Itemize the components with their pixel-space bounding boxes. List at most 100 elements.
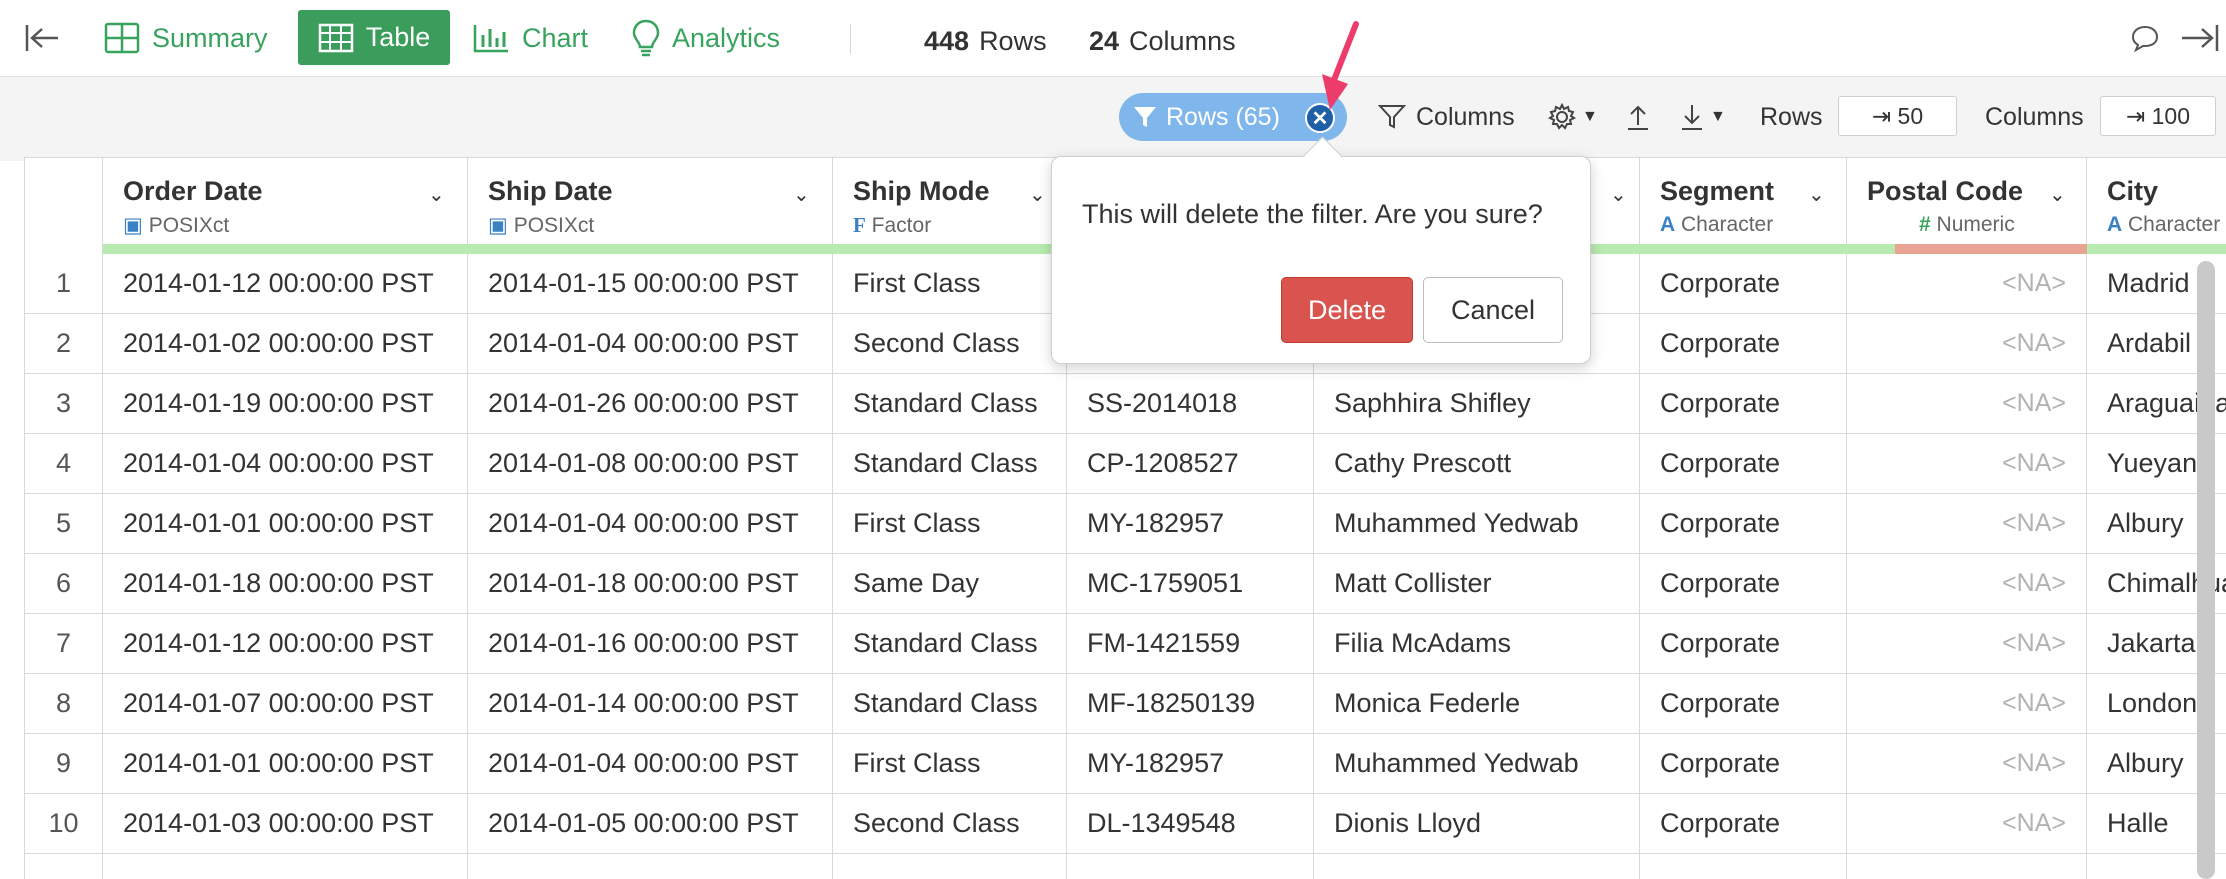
delete-button[interactable]: Delete [1281,277,1413,343]
cell-ship-date[interactable]: 2014-01-15 00:00:00 PST [468,254,833,314]
row-number[interactable]: 10 [25,794,103,854]
cell-order-date[interactable]: 2014-01-03 00:00:00 PST [103,794,468,854]
column-header-postal-code[interactable]: Postal Code ⌄ # Numeric [1847,158,2087,254]
rows-limit-input[interactable]: ⇥ 50 [1838,96,1957,136]
cell-customer-name[interactable]: Muhammed Yedwab [1314,734,1640,794]
cell-customer-name[interactable]: Monica Federle [1314,674,1640,734]
column-header-segment[interactable]: Segment ⌄ A Character [1640,158,1847,254]
cell-ship-date[interactable]: 2014-01-05 00:00:00 PST [468,794,833,854]
cell-customer-id[interactable]: MF-18250139 [1067,674,1314,734]
table-row-partial[interactable] [25,854,103,879]
column-header-city[interactable]: City A Character [2087,158,2226,254]
download-dropdown[interactable]: ▼ [1680,93,1726,141]
cell-customer-name[interactable]: Matt Collister [1314,554,1640,614]
upload-icon[interactable] [1626,93,1650,141]
cell-postal-code[interactable]: <NA> [1847,374,2087,434]
cell-ship-mode[interactable]: First Class [833,254,1067,314]
cell-customer-id[interactable]: DL-1349548 [1067,794,1314,854]
table-row-partial[interactable] [468,854,833,879]
cell-order-date[interactable]: 2014-01-18 00:00:00 PST [103,554,468,614]
cell-segment[interactable]: Corporate [1640,614,1847,674]
cell-segment[interactable]: Corporate [1640,434,1847,494]
row-number[interactable]: 6 [25,554,103,614]
column-header-ship-date[interactable]: Ship Date ⌄ ▣ POSIXct [468,158,833,254]
row-number[interactable]: 5 [25,494,103,554]
cell-customer-id[interactable]: MY-182957 [1067,494,1314,554]
table-row-partial[interactable] [1640,854,1847,879]
chevron-down-icon[interactable]: ⌄ [1029,182,1046,207]
column-header-order-date[interactable]: Order Date ⌄ ▣ POSIXct [103,158,468,254]
cell-customer-id[interactable]: FM-1421559 [1067,614,1314,674]
tab-summary[interactable]: Summary [104,0,268,76]
cell-ship-date[interactable]: 2014-01-18 00:00:00 PST [468,554,833,614]
cell-ship-date[interactable]: 2014-01-08 00:00:00 PST [468,434,833,494]
table-row-partial[interactable] [103,854,468,879]
row-number[interactable]: 7 [25,614,103,674]
cell-order-date[interactable]: 2014-01-04 00:00:00 PST [103,434,468,494]
cell-ship-mode[interactable]: Standard Class [833,674,1067,734]
cell-postal-code[interactable]: <NA> [1847,614,2087,674]
collapse-left-icon[interactable] [24,0,60,76]
cell-segment[interactable]: Corporate [1640,554,1847,614]
cell-ship-date[interactable]: 2014-01-04 00:00:00 PST [468,494,833,554]
cell-ship-mode[interactable]: First Class [833,734,1067,794]
chevron-down-icon[interactable]: ⌄ [428,182,445,207]
table-row-partial[interactable] [1847,854,2087,879]
table-row-partial[interactable] [1067,854,1314,879]
filter-pill-label-wrap[interactable]: Rows (65) [1132,93,1280,141]
cell-ship-date[interactable]: 2014-01-04 00:00:00 PST [468,734,833,794]
chevron-down-icon[interactable]: ⌄ [2049,182,2066,207]
cell-customer-id[interactable]: MY-182957 [1067,734,1314,794]
cell-postal-code[interactable]: <NA> [1847,554,2087,614]
row-number[interactable]: 2 [25,314,103,374]
cell-postal-code[interactable]: <NA> [1847,734,2087,794]
cell-order-date[interactable]: 2014-01-01 00:00:00 PST [103,734,468,794]
settings-dropdown[interactable]: ▼ [1548,93,1598,141]
cell-ship-date[interactable]: 2014-01-04 00:00:00 PST [468,314,833,374]
cell-ship-date[interactable]: 2014-01-26 00:00:00 PST [468,374,833,434]
cell-customer-name[interactable]: Saphhira Shifley [1314,374,1640,434]
cell-segment[interactable]: Corporate [1640,494,1847,554]
columns-limit-input[interactable]: ⇥ 100 [2100,96,2216,136]
cell-segment[interactable]: Corporate [1640,314,1847,374]
tab-table[interactable]: Table [298,10,450,65]
vertical-scrollbar[interactable] [2197,261,2215,879]
row-number[interactable]: 9 [25,734,103,794]
cell-segment[interactable]: Corporate [1640,674,1847,734]
row-number[interactable]: 4 [25,434,103,494]
table-row-partial[interactable] [833,854,1067,879]
cell-order-date[interactable]: 2014-01-19 00:00:00 PST [103,374,468,434]
cell-ship-mode[interactable]: First Class [833,494,1067,554]
cell-order-date[interactable]: 2014-01-12 00:00:00 PST [103,254,468,314]
cell-postal-code[interactable]: <NA> [1847,254,2087,314]
cell-segment[interactable]: Corporate [1640,734,1847,794]
cell-segment[interactable]: Corporate [1640,374,1847,434]
cancel-button[interactable]: Cancel [1423,277,1563,343]
cell-ship-mode[interactable]: Standard Class [833,374,1067,434]
cell-postal-code[interactable]: <NA> [1847,674,2087,734]
comment-icon[interactable] [2130,0,2160,76]
cell-order-date[interactable]: 2014-01-01 00:00:00 PST [103,494,468,554]
cell-postal-code[interactable]: <NA> [1847,494,2087,554]
cell-order-date[interactable]: 2014-01-07 00:00:00 PST [103,674,468,734]
cell-postal-code[interactable]: <NA> [1847,434,2087,494]
chevron-down-icon[interactable]: ⌄ [793,182,810,207]
table-row-partial[interactable] [1314,854,1640,879]
columns-filter-button[interactable]: Columns [1378,93,1515,141]
cell-customer-name[interactable]: Cathy Prescott [1314,434,1640,494]
row-number[interactable]: 8 [25,674,103,734]
cell-customer-name[interactable]: Dionis Lloyd [1314,794,1640,854]
cell-segment[interactable]: Corporate [1640,794,1847,854]
cell-ship-mode[interactable]: Standard Class [833,614,1067,674]
cell-customer-id[interactable]: SS-2014018 [1067,374,1314,434]
row-number[interactable]: 1 [25,254,103,314]
cell-ship-date[interactable]: 2014-01-16 00:00:00 PST [468,614,833,674]
column-header-ship-mode[interactable]: Ship Mode ⌄ F Factor [833,158,1067,254]
chevron-down-icon[interactable]: ⌄ [1808,182,1825,207]
cell-customer-name[interactable]: Filia McAdams [1314,614,1640,674]
cell-order-date[interactable]: 2014-01-12 00:00:00 PST [103,614,468,674]
cell-postal-code[interactable]: <NA> [1847,794,2087,854]
collapse-right-icon[interactable] [2180,0,2220,76]
cell-segment[interactable]: Corporate [1640,254,1847,314]
row-number[interactable]: 3 [25,374,103,434]
